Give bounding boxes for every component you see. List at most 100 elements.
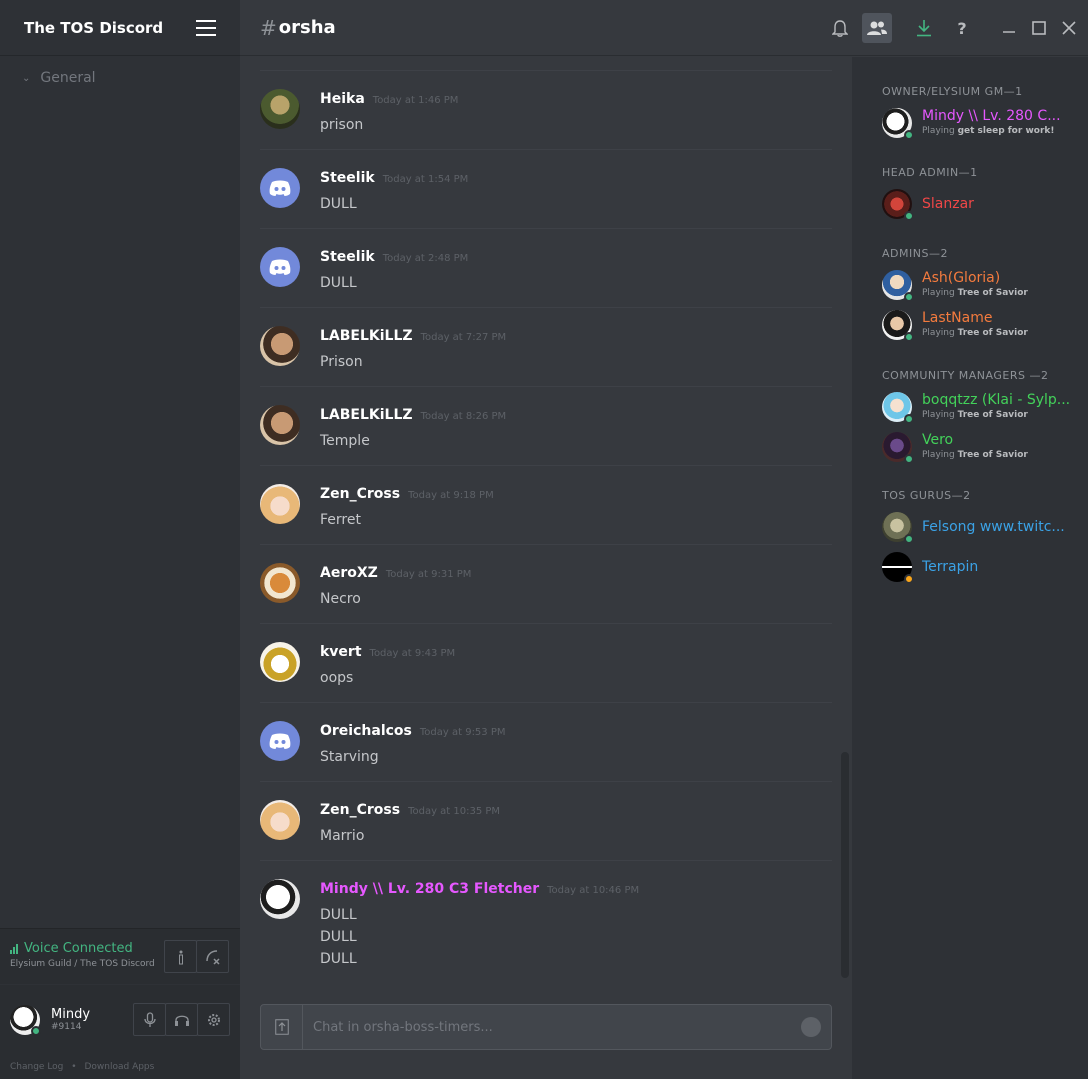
message: Heika Today at 1:46 PM prison <box>260 70 832 149</box>
member-name: Slanzar <box>922 196 974 212</box>
member-list: OWNER/ELYSIUM GM—1 Mindy \\ Lv. 280 C...… <box>852 57 1088 1079</box>
channel-sidebar: The TOS Discord ⌄ General Voice Connecte… <box>0 0 240 1079</box>
change-log-link[interactable]: Change Log <box>10 1062 63 1072</box>
username: Mindy <box>51 1007 91 1022</box>
avatar[interactable] <box>260 168 300 208</box>
message: Steelik Today at 2:48 PM DULL <box>260 228 832 307</box>
member-game: Tree of Savior <box>957 328 1028 338</box>
playing-prefix: Playing <box>922 450 955 460</box>
message-text: DULL <box>320 196 357 212</box>
member-game: Tree of Savior <box>957 410 1028 420</box>
message: Mindy \\ Lv. 280 C3 Fletcher Today at 10:… <box>260 860 832 986</box>
message-timestamp: Today at 10:46 PM <box>547 885 640 896</box>
help-icon[interactable]: ? <box>950 13 974 43</box>
message-author[interactable]: Zen_Cross <box>320 802 400 818</box>
message-list[interactable]: Heika Today at 1:46 PM prison Steelik Toda… <box>240 57 852 992</box>
message-author[interactable]: Mindy \\ Lv. 280 C3 Fletcher <box>320 881 539 897</box>
playing-prefix: Playing <box>922 328 955 338</box>
voice-status-panel: Voice Connected Elysium Guild / The TOS … <box>0 928 240 984</box>
message-text: Marrio <box>320 828 365 844</box>
close-button[interactable] <box>1058 13 1080 43</box>
message-text: DULL <box>320 275 357 291</box>
menu-icon[interactable] <box>196 19 216 36</box>
message: LABELKiLLZ Today at 7:27 PM Prison <box>260 307 832 386</box>
disconnect-button[interactable] <box>196 940 229 973</box>
category-general[interactable]: ⌄ General <box>0 70 240 86</box>
message-author[interactable]: Heika <box>320 91 365 107</box>
download-button[interactable] <box>912 13 936 43</box>
avatar[interactable] <box>260 326 300 366</box>
maximize-button[interactable] <box>1028 13 1050 43</box>
message-author[interactable]: Oreichalcos <box>320 723 412 739</box>
member-item[interactable]: Ash(Gloria) Playing Tree of Savior <box>882 266 1088 306</box>
message: Zen_Cross Today at 10:35 PM Marrio <box>260 781 832 860</box>
member-item[interactable]: Vero Playing Tree of Savior <box>882 428 1088 468</box>
member-name: Mindy \\ Lv. 280 C... <box>922 108 1061 124</box>
user-settings-button[interactable] <box>197 1003 230 1036</box>
message-author[interactable]: kvert <box>320 644 362 660</box>
minimize-button[interactable] <box>998 13 1020 43</box>
avatar[interactable] <box>260 484 300 524</box>
emoji-icon[interactable] <box>801 1017 821 1037</box>
message-timestamp: Today at 1:46 PM <box>372 95 459 106</box>
message-author[interactable]: Zen_Cross <box>320 486 400 502</box>
member-item[interactable]: Slanzar <box>882 185 1088 225</box>
deafen-button[interactable] <box>165 1003 198 1036</box>
member-name: Ash(Gloria) <box>922 270 1001 286</box>
server-header[interactable]: The TOS Discord <box>0 0 240 56</box>
message-author[interactable]: LABELKiLLZ <box>320 328 413 344</box>
chevron-down-icon: ⌄ <box>22 72 31 84</box>
message-author[interactable]: LABELKiLLZ <box>320 407 413 423</box>
avatar[interactable] <box>260 642 300 682</box>
message-scrollbar[interactable] <box>841 752 849 978</box>
minimize-icon <box>1003 31 1015 33</box>
message-text: prison <box>320 117 364 133</box>
message-timestamp: Today at 9:43 PM <box>369 648 456 659</box>
avatar[interactable] <box>260 89 300 129</box>
avatar[interactable] <box>260 247 300 287</box>
member-name: Terrapin <box>922 559 979 575</box>
member-item[interactable]: boqqtzz (Klai - Sylp... Playing Tree of … <box>882 388 1088 428</box>
member-item[interactable]: LastName Playing Tree of Savior <box>882 306 1088 346</box>
message-input[interactable] <box>313 1005 783 1049</box>
message-text: oops <box>320 670 354 686</box>
message-text: DULL <box>320 929 357 945</box>
member-game: get sleep for work! <box>957 126 1055 136</box>
member-game: Tree of Savior <box>957 450 1028 460</box>
message: Oreichalcos Today at 9:53 PM Starving <box>260 702 832 781</box>
headphones-icon <box>174 1015 189 1026</box>
message-timestamp: Today at 7:27 PM <box>420 332 507 343</box>
playing-prefix: Playing <box>922 126 955 136</box>
discord-logo-icon <box>269 180 291 196</box>
avatar[interactable] <box>260 800 300 840</box>
download-apps-link[interactable]: Download Apps <box>84 1062 154 1072</box>
hangup-icon <box>205 949 220 965</box>
channel-name: orsha <box>278 17 336 38</box>
message-author[interactable]: AeroXZ <box>320 565 378 581</box>
avatar[interactable] <box>260 879 300 919</box>
member-item[interactable]: Mindy \\ Lv. 280 C... Playing get sleep … <box>882 104 1088 144</box>
message-text: Starving <box>320 749 379 765</box>
member-item[interactable]: Terrapin <box>882 548 1088 588</box>
voice-info-button[interactable] <box>164 940 197 973</box>
member-list-toggle[interactable] <box>862 13 892 43</box>
close-icon <box>1062 21 1076 35</box>
maximize-icon <box>1032 21 1046 35</box>
upload-button[interactable] <box>261 1005 303 1049</box>
footer-separator: • <box>71 1062 77 1072</box>
upload-icon <box>274 1019 289 1035</box>
member-name: boqqtzz (Klai - Sylp... <box>922 392 1071 408</box>
avatar[interactable] <box>260 563 300 603</box>
member-item[interactable]: Felsong www.twitc... <box>882 508 1088 548</box>
role-header: OWNER/ELYSIUM GM—1 <box>882 85 1023 98</box>
message-author[interactable]: Steelik <box>320 249 375 265</box>
avatar[interactable] <box>260 405 300 445</box>
notifications-button[interactable] <box>828 13 852 43</box>
user-discriminator: #9114 <box>51 1022 82 1032</box>
user-panel: Mindy #9114 Change Log • Download Apps <box>0 985 240 1079</box>
mute-button[interactable] <box>133 1003 166 1036</box>
message-author[interactable]: Steelik <box>320 170 375 186</box>
playing-prefix: Playing <box>922 410 955 420</box>
avatar[interactable] <box>260 721 300 761</box>
online-status-icon <box>904 414 914 424</box>
